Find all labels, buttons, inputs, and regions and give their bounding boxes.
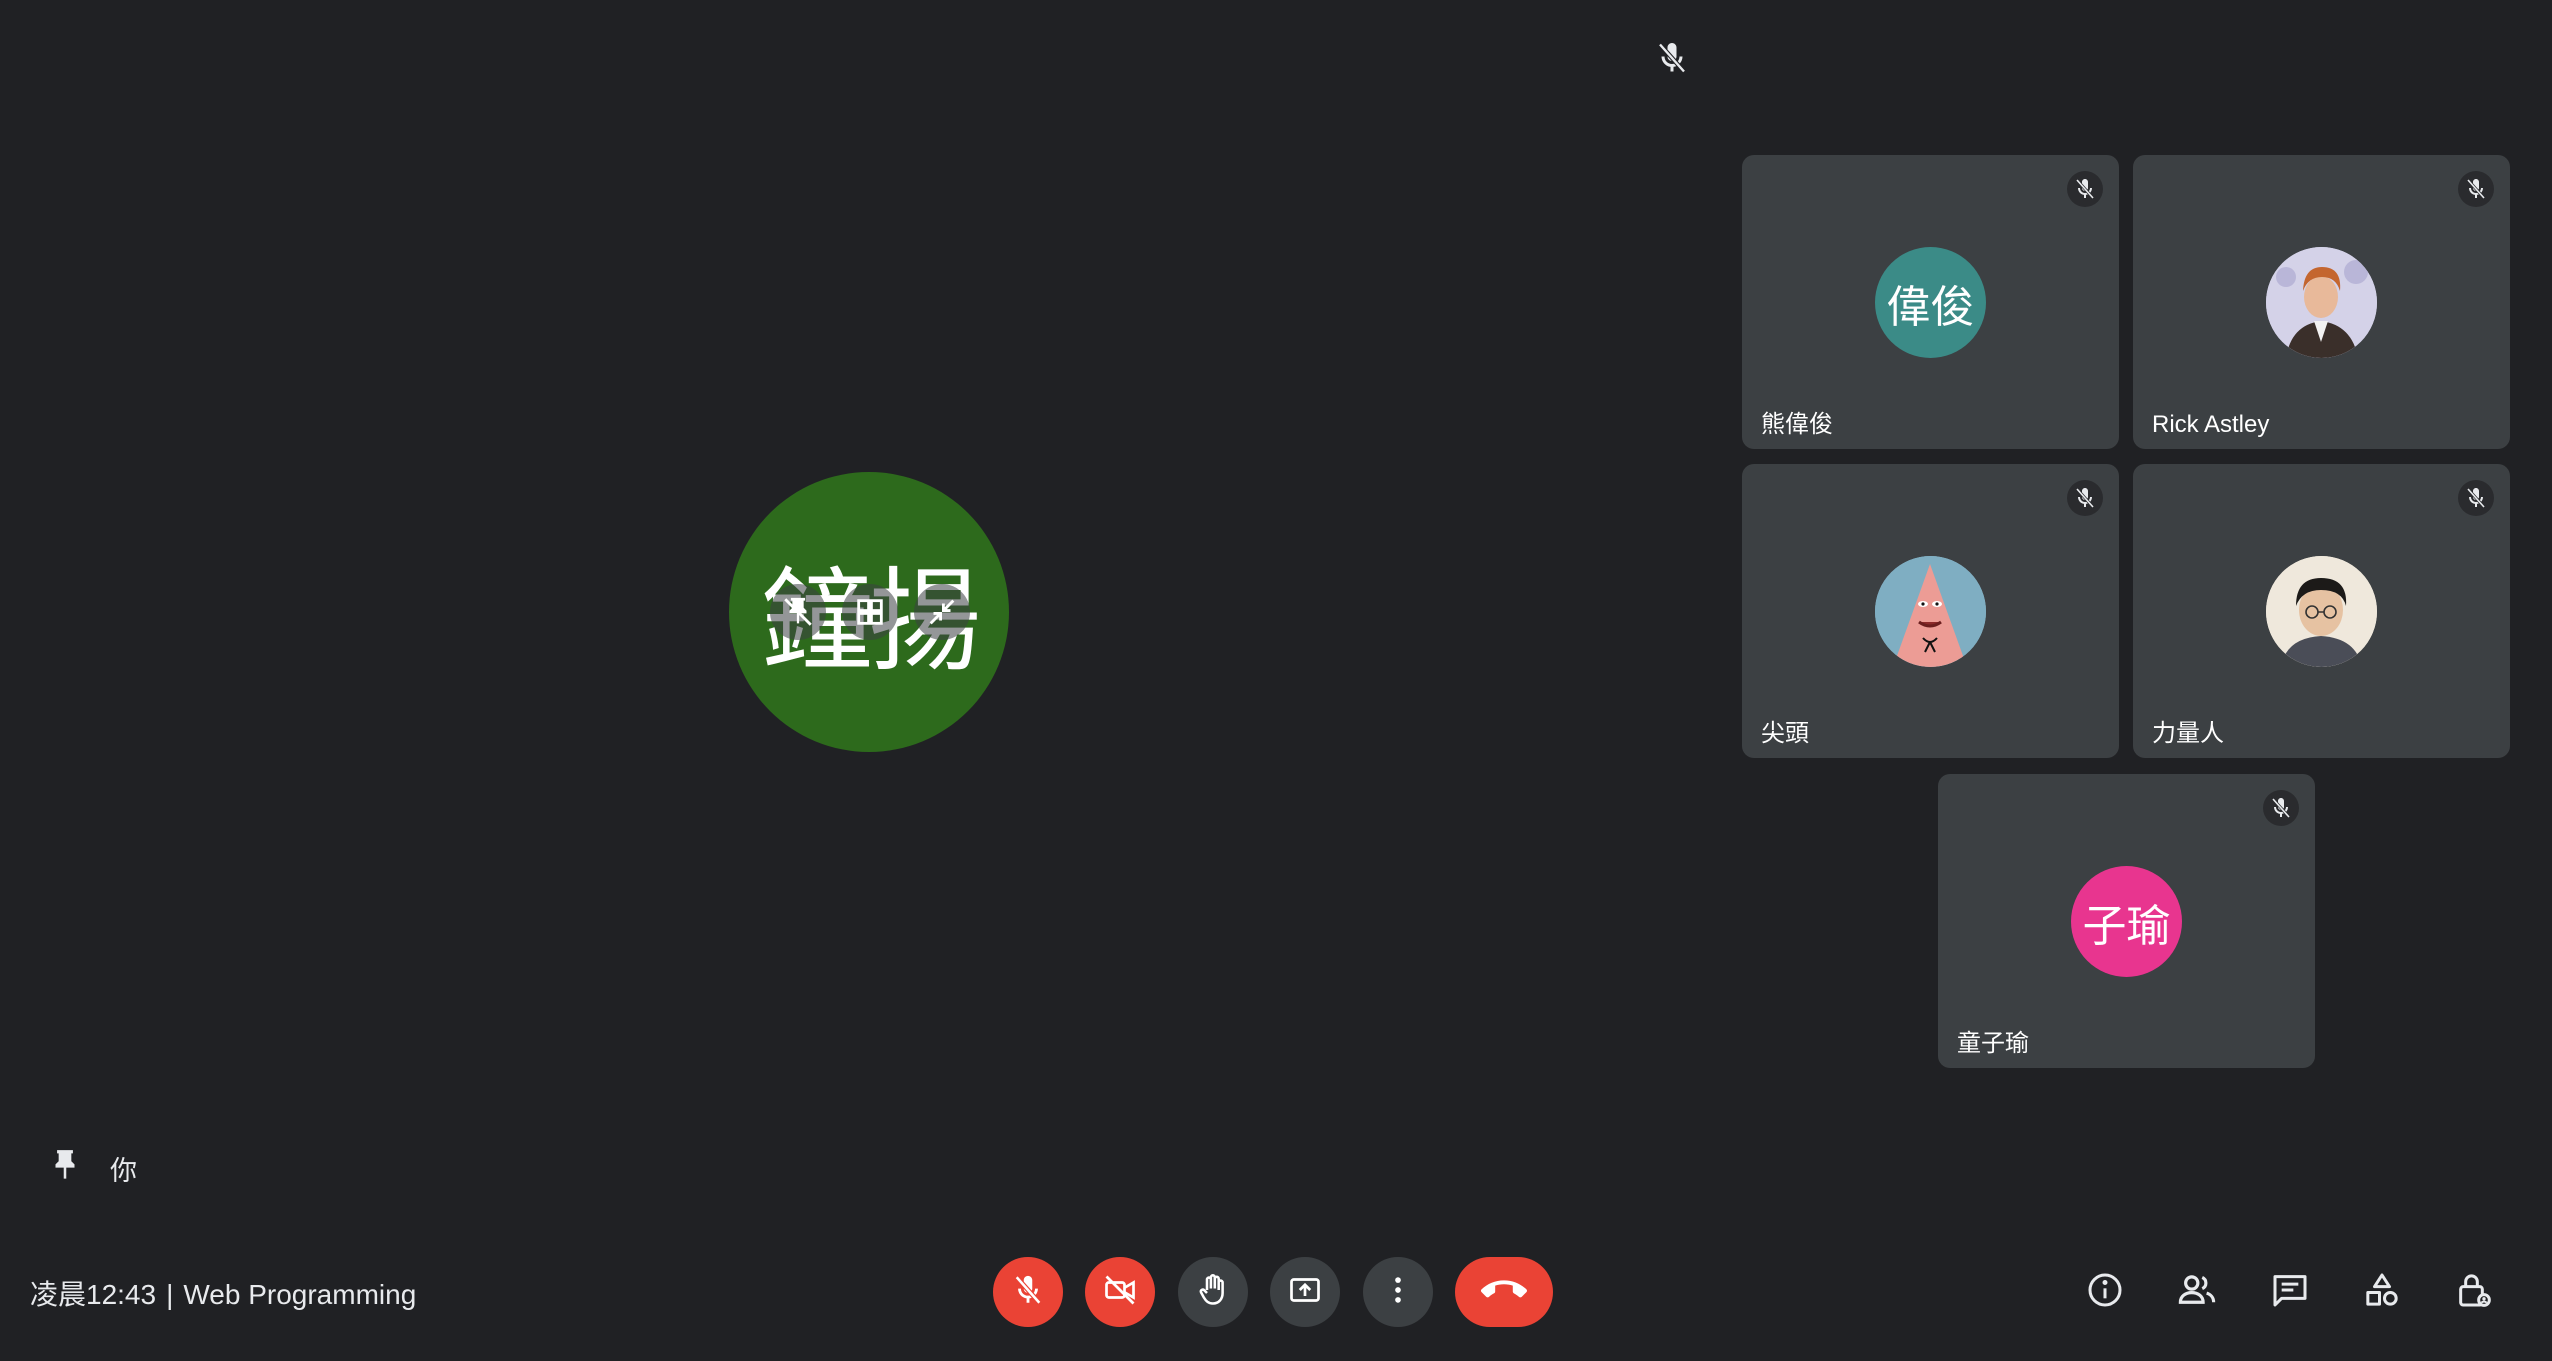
activities-icon — [2362, 1270, 2402, 1315]
muted-mic-icon — [2263, 790, 2299, 826]
avatar-initials: 子瑜 — [2082, 900, 2171, 952]
camera-off-icon — [1102, 1272, 1138, 1313]
present-button[interactable] — [1270, 1257, 1340, 1327]
info-icon — [2085, 1270, 2125, 1315]
mic-off-icon — [1011, 1273, 1045, 1312]
self-muted-mic-icon — [1654, 40, 1690, 76]
participant-name: Rick Astley — [2152, 411, 2270, 438]
muted-mic-icon — [2458, 480, 2494, 516]
pin-icon[interactable] — [46, 1144, 84, 1193]
mic-toggle-button[interactable] — [993, 1257, 1063, 1327]
participant-avatar: 子瑜 — [2071, 866, 2182, 977]
participant-tile[interactable]: 力量人 — [2133, 464, 2510, 758]
more-options-button[interactable] — [1363, 1257, 1433, 1327]
self-label: 你 — [110, 1156, 137, 1186]
avatar-initials: 偉俊 — [1886, 281, 1975, 333]
participant-name: 力量人 — [2152, 720, 2224, 747]
meeting-separator: | — [166, 1279, 174, 1310]
participant-name: 尖頭 — [1761, 720, 1809, 747]
participant-tile[interactable]: 偉俊 熊偉俊 — [1742, 155, 2119, 449]
muted-mic-icon — [2067, 480, 2103, 516]
camera-toggle-button[interactable] — [1085, 1257, 1155, 1327]
meeting-time: 凌晨12:43 — [30, 1279, 157, 1310]
host-controls-icon — [2454, 1270, 2494, 1315]
people-button[interactable] — [2169, 1264, 2225, 1320]
host-controls-button[interactable] — [2446, 1264, 2502, 1320]
participant-tile[interactable]: 尖頭 — [1742, 464, 2119, 758]
raise-hand-button[interactable] — [1178, 1257, 1248, 1327]
people-icon — [2176, 1269, 2218, 1316]
more-vert-icon — [1381, 1273, 1415, 1312]
participant-tile[interactable]: 子瑜 童子瑜 — [1938, 774, 2315, 1068]
activities-button[interactable] — [2354, 1264, 2410, 1320]
frame-icon[interactable] — [842, 584, 898, 640]
muted-mic-icon — [2458, 171, 2494, 207]
participant-tile[interactable]: Rick Astley — [2133, 155, 2510, 449]
minimize-icon[interactable] — [914, 584, 970, 640]
meeting-info: 凌晨12:43 | Web Programming — [30, 1273, 416, 1313]
leave-call-button[interactable] — [1455, 1257, 1553, 1327]
participant-name: 熊偉俊 — [1761, 411, 1833, 438]
muted-mic-icon — [2067, 171, 2103, 207]
participant-photo-avatar — [1875, 556, 1986, 667]
chat-icon — [2270, 1270, 2310, 1315]
present-screen-icon — [1287, 1272, 1323, 1313]
participant-photo-avatar — [2266, 247, 2377, 358]
self-tile-actions — [770, 582, 970, 642]
self-pin-label: 你 — [46, 1144, 137, 1193]
meeting-details-button[interactable] — [2077, 1264, 2133, 1320]
unpin-icon[interactable] — [770, 584, 826, 640]
meeting-title: Web Programming — [183, 1279, 417, 1310]
call-end-icon — [1480, 1267, 1527, 1318]
hand-icon — [1195, 1272, 1231, 1313]
participant-avatar: 偉俊 — [1875, 247, 1986, 358]
participant-name: 童子瑜 — [1957, 1030, 2029, 1057]
chat-button[interactable] — [2262, 1264, 2318, 1320]
participant-photo-avatar — [2266, 556, 2377, 667]
